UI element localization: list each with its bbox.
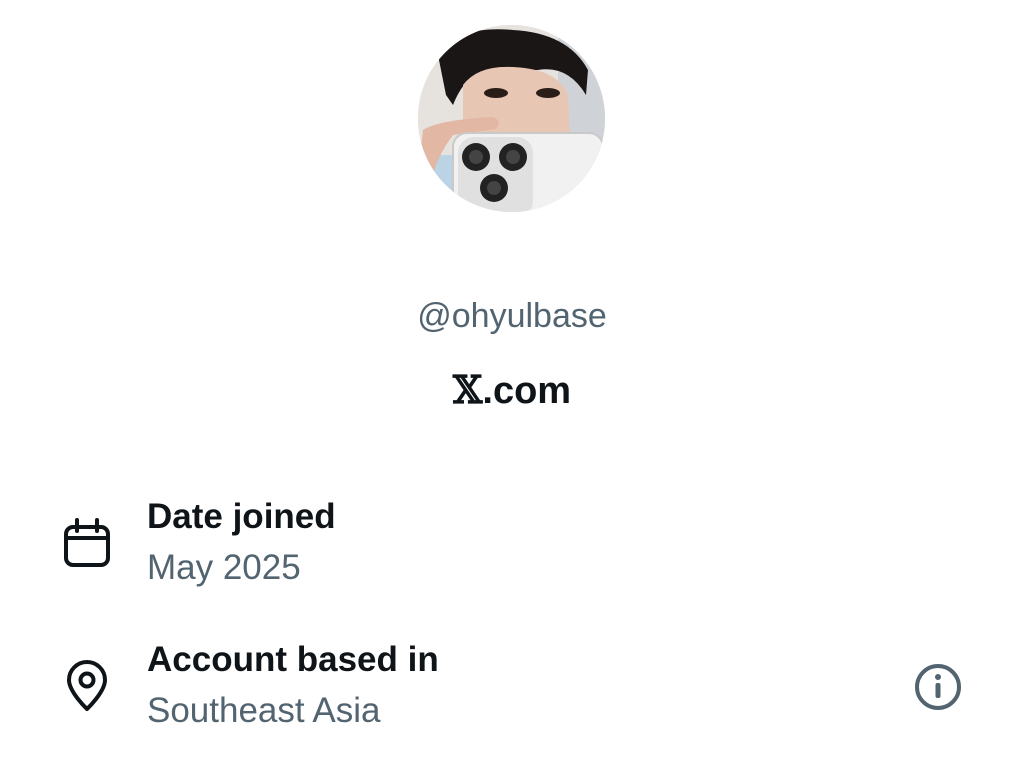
account-location-value: Southeast Asia: [147, 691, 381, 730]
profile-avatar[interactable]: [418, 25, 605, 212]
profile-photo: [418, 25, 605, 212]
date-joined-value: May 2025: [147, 548, 301, 587]
x-logo: 𝕏: [452, 367, 483, 412]
calendar-icon: [60, 516, 114, 570]
brand-label: 𝕏.com: [0, 365, 1024, 416]
account-location-title: Account based in: [147, 640, 439, 679]
profile-handle: @ohyulbase: [417, 297, 607, 335]
account-location-row: Account based in Southeast Asia: [0, 637, 1024, 747]
info-icon[interactable]: [912, 661, 964, 713]
location-pin-icon: [60, 659, 114, 713]
date-joined-title: Date joined: [147, 497, 336, 536]
brand-suffix: .com: [482, 370, 572, 412]
date-joined-row: Date joined May 2025: [0, 494, 1024, 604]
